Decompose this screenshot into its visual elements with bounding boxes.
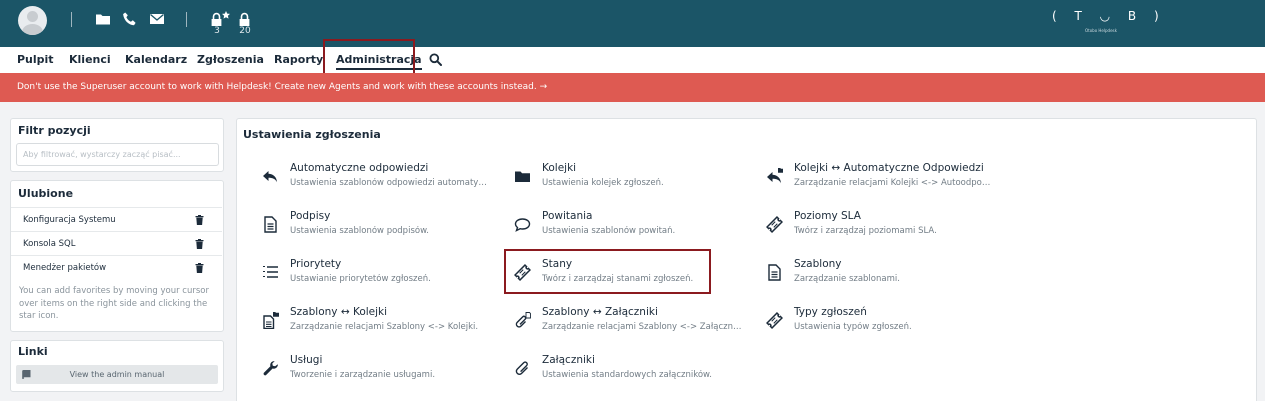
links-title: Linki [18, 345, 48, 358]
paperclip-icon [514, 360, 531, 377]
item-description: Ustawienia standardowych załączników. [542, 370, 712, 380]
item-title[interactable]: Szablony ↔ Kolejki [290, 306, 387, 318]
item-title[interactable]: Usługi [290, 354, 322, 366]
item-title[interactable]: Automatyczne odpowiedzi [290, 162, 428, 174]
nav-klienci[interactable]: Klienci [69, 53, 111, 66]
nav-zgloszenia[interactable]: Zgłoszenia [197, 53, 264, 66]
item-title[interactable]: Szablony ↔ Załączniki [542, 306, 658, 318]
lock-icon[interactable] [237, 11, 253, 27]
item-description: Ustawienia szablonów podpisów. [290, 226, 429, 236]
nav-pulpit[interactable]: Pulpit [17, 53, 54, 66]
otobo-logo[interactable]: ( T ◡ B ) Otobo Helpdesk [1052, 7, 1166, 37]
folder-icon [514, 168, 531, 185]
favourite-item[interactable]: Konfiguracja Systemu [11, 207, 222, 231]
item-description: Zarządzanie relacjami Kolejki <-> Autood… [794, 178, 994, 188]
favourite-label[interactable]: Konfiguracja Systemu [23, 215, 116, 225]
item-description: Tworzenie i zarządzanie usługami. [290, 370, 436, 380]
admin-item-queues[interactable]: Kolejki Ustawienia kolejek zgłoszeń. [514, 162, 750, 202]
item-title[interactable]: Kolejki ↔ Automatyczne Odpowiedzi [794, 162, 984, 174]
favourite-item[interactable]: Menedżer pakietów [11, 255, 222, 279]
toolbar-divider [71, 12, 72, 27]
admin-item-templates[interactable]: Szablony Zarządzanie szablonami. [766, 258, 1002, 298]
filter-title: Filtr pozycji [18, 124, 91, 137]
toolbar-divider [186, 12, 187, 27]
search-icon[interactable] [429, 53, 442, 66]
wrench-icon [262, 360, 279, 377]
admin-item-ticket-types[interactable]: Typy zgłoszeń Ustawienia typów zgłoszeń. [766, 306, 1002, 346]
logo-mark: ( T ◡ B ) [1052, 9, 1166, 23]
main-nav: Pulpit Klienci Kalendarz Zgłoszenia Rapo… [0, 47, 1265, 73]
admin-manual-button[interactable]: View the admin manual [16, 365, 218, 384]
admin-item-sla[interactable]: Poziomy SLA Twórz i zarządzaj poziomami … [766, 210, 1002, 250]
highlight-stany [504, 249, 711, 294]
item-description: Ustawienia szablonów odpowiedzi automaty… [290, 178, 490, 188]
favourites-panel: Ulubione Konfiguracja Systemu Konsola SQ… [10, 180, 224, 332]
item-description: Ustawianie priorytetów zgłoszeń. [290, 274, 431, 284]
filter-panel: Filtr pozycji [10, 118, 224, 172]
reply-folder-icon [766, 168, 783, 185]
list-ordered-icon [262, 264, 279, 281]
ticket-icon [766, 216, 783, 233]
top-bar: 3 20 ( T ◡ B ) Otobo Helpdesk [0, 0, 1265, 47]
phone-icon[interactable] [122, 11, 138, 27]
item-description: Twórz i zarządzaj poziomami SLA. [794, 226, 937, 236]
filter-input[interactable] [16, 143, 219, 166]
item-description: Ustawienia typów zgłoszeń. [794, 322, 912, 332]
comment-icon [514, 216, 531, 233]
favourites-help-text: You can add favorites by moving your cur… [19, 286, 209, 321]
admin-item-templates-queues[interactable]: Szablony ↔ Kolejki Zarządzanie relacjami… [262, 306, 498, 346]
envelope-icon[interactable] [149, 11, 165, 27]
item-title[interactable]: Kolejki [542, 162, 576, 174]
trash-icon[interactable] [195, 215, 204, 225]
locked-star-count: 3 [214, 26, 220, 36]
reply-icon [262, 168, 279, 185]
item-description: Zarządzanie relacjami Szablony <-> Załąc… [542, 322, 742, 332]
favourite-label[interactable]: Menedżer pakietów [23, 263, 106, 273]
ticket-settings-panel: Ustawienia zgłoszenia Automatyczne odpow… [236, 118, 1257, 401]
ticket-icon [766, 312, 783, 329]
locked-count: 20 [239, 26, 251, 36]
item-title[interactable]: Podpisy [290, 210, 330, 222]
superuser-warning-banner[interactable]: Don't use the Superuser account to work … [0, 73, 1265, 102]
admin-item-queue-auto-responses[interactable]: Kolejki ↔ Automatyczne Odpowiedzi Zarząd… [766, 162, 1002, 202]
item-description: Ustawienia kolejek zgłoszeń. [542, 178, 664, 188]
admin-item-priorities[interactable]: Priorytety Ustawianie priorytetów zgłosz… [262, 258, 498, 298]
trash-icon[interactable] [195, 263, 204, 273]
admin-item-attachments[interactable]: Załączniki Ustawienia standardowych załą… [514, 354, 750, 394]
item-title[interactable]: Priorytety [290, 258, 341, 270]
favourites-title: Ulubione [18, 187, 74, 200]
admin-item-signatures[interactable]: Podpisy Ustawienia szablonów podpisów. [262, 210, 498, 250]
admin-item-services[interactable]: Usługi Tworzenie i zarządzanie usługami. [262, 354, 498, 394]
admin-item-salutations[interactable]: Powitania Ustawienia szablonów powitań. [514, 210, 750, 250]
item-description: Ustawienia szablonów powitań. [542, 226, 676, 236]
document-icon [766, 264, 783, 281]
nav-raporty[interactable]: Raporty [274, 53, 323, 66]
item-description: Zarządzanie szablonami. [794, 274, 900, 284]
item-title[interactable]: Powitania [542, 210, 592, 222]
admin-item-auto-responses[interactable]: Automatyczne odpowiedzi Ustawienia szabl… [262, 162, 498, 202]
logo-subtitle: Otobo Helpdesk [1085, 28, 1117, 33]
admin-item-templates-attachments[interactable]: Szablony ↔ Załączniki Zarządzanie relacj… [514, 306, 750, 346]
links-panel: Linki View the admin manual [10, 340, 224, 392]
item-title[interactable]: Typy zgłoszeń [794, 306, 867, 318]
document-icon [262, 216, 279, 233]
item-title[interactable]: Poziomy SLA [794, 210, 861, 222]
trash-icon[interactable] [195, 239, 204, 249]
favourite-item[interactable]: Konsola SQL [11, 231, 222, 255]
admin-manual-label: View the admin manual [69, 370, 165, 379]
paperclip-document-icon [514, 312, 531, 329]
item-description: Zarządzanie relacjami Szablony <-> Kolej… [290, 322, 479, 332]
folder-icon[interactable] [95, 11, 111, 27]
item-title[interactable]: Szablony [794, 258, 842, 270]
favourite-label[interactable]: Konsola SQL [23, 239, 75, 249]
lock-star-icon[interactable] [209, 11, 231, 27]
item-title[interactable]: Załączniki [542, 354, 595, 366]
document-folder-icon [262, 312, 279, 329]
nav-kalendarz[interactable]: Kalendarz [125, 53, 187, 66]
banner-text[interactable]: Don't use the Superuser account to work … [17, 82, 547, 92]
avatar-head [27, 11, 38, 22]
avatar-body [22, 24, 43, 35]
user-avatar[interactable] [18, 6, 47, 35]
section-title: Ustawienia zgłoszenia [243, 128, 381, 141]
